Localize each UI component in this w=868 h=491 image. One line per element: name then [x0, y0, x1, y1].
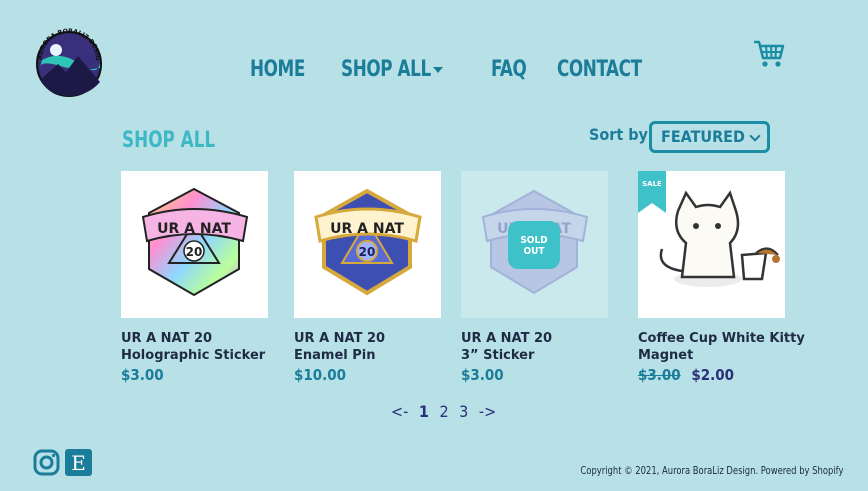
pagination-prev[interactable]: <-	[391, 402, 408, 421]
product-price: $3.00	[121, 366, 164, 384]
sort-label: Sort by	[589, 125, 648, 144]
copyright-text: Copyright © 2021, Aurora BoraLiz Design.…	[579, 464, 843, 477]
product-name[interactable]: UR A NAT 20 3” Sticker	[461, 330, 608, 364]
shopping-cart-icon[interactable]	[752, 38, 786, 70]
pagination-page-2[interactable]: 2	[439, 402, 448, 421]
instagram-icon[interactable]	[33, 449, 60, 476]
pagination-next[interactable]: ->	[479, 402, 496, 421]
svg-text:SALE: SALE	[642, 180, 662, 188]
product-price-sale: $2.00	[691, 366, 735, 384]
nav-shop-all[interactable]: SHOP ALL	[341, 57, 431, 82]
nav-home[interactable]: HOME	[250, 57, 305, 82]
product-name[interactable]: Coffee Cup White Kitty Magnet	[638, 330, 805, 364]
svg-text:20: 20	[359, 245, 376, 259]
sold-out-badge: SOLD OUT	[508, 221, 560, 269]
sale-ribbon: SALE	[638, 171, 666, 213]
brand-logo[interactable]: AURORA BORALIZ DESIGN	[27, 15, 108, 98]
pagination-page-1[interactable]: 1	[419, 402, 429, 421]
svg-text:UR A NAT: UR A NAT	[157, 221, 231, 237]
product-card[interactable]: UR A NAT 20 UR A NAT 20 Enamel Pin $10.0…	[294, 171, 441, 384]
product-name[interactable]: UR A NAT 20 Enamel Pin	[294, 330, 441, 364]
product-card[interactable]: UR A NAT 20 UR A NAT 20 Holographic Stic…	[121, 171, 268, 384]
product-card[interactable]: UR A NAT SOLD OUT UR A NAT 20 3” Sticker…	[461, 171, 608, 384]
nav-faq[interactable]: FAQ	[491, 57, 527, 82]
etsy-icon[interactable]: E	[65, 449, 92, 476]
chevron-down-icon[interactable]	[433, 67, 443, 73]
product-price-old: $3.00	[638, 366, 681, 384]
page-title: SHOP ALL	[122, 128, 216, 153]
svg-text:20: 20	[186, 245, 203, 259]
pagination: <- 1 2 3 ->	[391, 402, 502, 421]
product-image[interactable]: UR A NAT 20	[294, 171, 441, 318]
nav-contact[interactable]: CONTACT	[557, 57, 642, 82]
svg-text:UR A NAT: UR A NAT	[330, 221, 404, 237]
product-image[interactable]: UR A NAT 20	[121, 171, 268, 318]
sort-select-value: FEATURED	[661, 127, 745, 146]
product-card[interactable]: SALE Coffee Cup White Kitty Magnet $3.00…	[638, 171, 805, 384]
chevron-down-icon	[749, 130, 761, 142]
product-image[interactable]: SALE	[638, 171, 785, 318]
product-price: $10.00	[294, 366, 347, 384]
product-price: $3.00	[461, 366, 504, 384]
pagination-page-3[interactable]: 3	[459, 402, 468, 421]
svg-text:E: E	[71, 451, 86, 475]
product-name[interactable]: UR A NAT 20 Holographic Sticker	[121, 330, 268, 364]
sort-select[interactable]: FEATURED	[649, 121, 770, 153]
product-image[interactable]: UR A NAT SOLD OUT	[461, 171, 608, 318]
